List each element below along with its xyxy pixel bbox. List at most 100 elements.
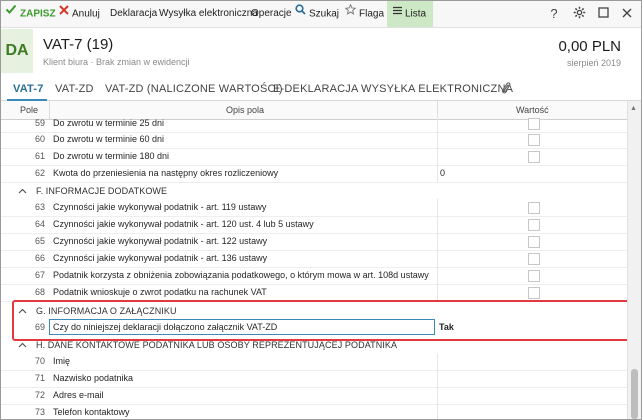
tab-e-deklaracja[interactable]: E-DEKLARACJA bbox=[273, 78, 359, 100]
table-row[interactable]: 68 Podatnik wnioskuje o zwrot podatku na… bbox=[1, 284, 628, 302]
field-description: Czynności jakie wykonywał podatnik - art… bbox=[53, 202, 267, 212]
table-row[interactable]: 62 Kwota do przeniesienia na następny ok… bbox=[1, 165, 628, 183]
chevron-up-icon[interactable] bbox=[18, 302, 27, 320]
section-label: G. INFORMACJA O ZAŁĄCZNIKU bbox=[36, 306, 177, 316]
table-row[interactable]: 66 Czynności jakie wykonywał podatnik - … bbox=[1, 250, 628, 268]
page-subtitle: Klient biura · Brak zmian w ewidencji bbox=[43, 57, 190, 67]
field-number: 67 bbox=[35, 270, 46, 280]
field-checkbox[interactable] bbox=[528, 151, 540, 163]
field-description: Imię bbox=[53, 356, 71, 366]
field-checkbox[interactable] bbox=[528, 219, 540, 231]
tab-electronic-sending[interactable]: WYSYŁKA ELEKTRONICZNA bbox=[361, 78, 513, 100]
field-description: Czynności jakie wykonywał podatnik - art… bbox=[53, 253, 268, 263]
vertical-scrollbar[interactable]: ▲ bbox=[627, 101, 641, 419]
save-button[interactable]: ZAPISZ bbox=[5, 1, 56, 27]
table-row[interactable]: 71 Nazwisko podatnika bbox=[1, 370, 628, 388]
field-value-cell bbox=[437, 148, 628, 165]
table-row[interactable]: 64 Czynności jakie wykonywał podatnik - … bbox=[1, 216, 628, 234]
chevron-up-icon[interactable] bbox=[18, 336, 27, 354]
field-number: 72 bbox=[35, 390, 46, 400]
gear-icon[interactable] bbox=[571, 6, 587, 22]
tab-vat-zd-values[interactable]: VAT-ZD (NALICZONE WARTOŚCI) bbox=[105, 78, 283, 100]
field-description: Telefon kontaktowy bbox=[53, 407, 130, 417]
operations-menu[interactable]: Operacje bbox=[251, 1, 292, 27]
field-value[interactable]: Tak bbox=[437, 319, 628, 336]
field-value[interactable] bbox=[437, 370, 628, 387]
close-icon bbox=[59, 1, 69, 26]
field-value[interactable] bbox=[437, 404, 628, 419]
field-number: 60 bbox=[35, 134, 46, 144]
table-row[interactable]: 70 Imię bbox=[1, 353, 628, 371]
help-icon[interactable]: ? bbox=[546, 6, 562, 22]
field-number: 68 bbox=[35, 287, 46, 297]
field-description: Do zwrotu w terminie 180 dni bbox=[53, 151, 170, 161]
cancel-button[interactable]: Anuluj bbox=[59, 1, 100, 27]
field-value[interactable]: 0 bbox=[437, 165, 628, 182]
toolbar: ZAPISZ Anuluj Deklaracja Wysyłka elektro… bbox=[1, 1, 641, 28]
field-checkbox[interactable] bbox=[528, 287, 540, 299]
field-number: 66 bbox=[35, 253, 46, 263]
field-checkbox[interactable] bbox=[528, 118, 540, 130]
section-header-f[interactable]: F. INFORMACJE DODATKOWE bbox=[1, 182, 628, 200]
field-description: Adres e-mail bbox=[53, 390, 104, 400]
declaration-menu[interactable]: Deklaracja bbox=[110, 1, 157, 27]
table-row-selected[interactable]: 69 Czy do niniejszej deklaracji dołączon… bbox=[1, 319, 628, 336]
table-row[interactable]: 72 Adres e-mail bbox=[1, 387, 628, 405]
electronic-sending-menu[interactable]: Wysyłka elektroniczna bbox=[159, 1, 258, 27]
checkmark-icon bbox=[5, 1, 17, 26]
field-description-editor[interactable]: Czy do niniejszej deklaracji dołączono z… bbox=[49, 319, 435, 335]
field-number: 73 bbox=[35, 407, 46, 417]
field-description: Czynności jakie wykonywał podatnik - art… bbox=[53, 219, 314, 229]
table-row[interactable]: 73 Telefon kontaktowy bbox=[1, 404, 628, 419]
table-row[interactable]: 60 Do zwrotu w terminie 60 dni bbox=[1, 131, 628, 149]
star-icon bbox=[344, 1, 357, 26]
field-value[interactable] bbox=[437, 387, 628, 404]
section-label: F. INFORMACJE DODATKOWE bbox=[36, 186, 168, 196]
section-header-g[interactable]: G. INFORMACJA O ZAŁĄCZNIKU bbox=[1, 302, 628, 320]
period-label: sierpień 2019 bbox=[566, 58, 621, 68]
section-header-h[interactable]: H. DANE KONTAKTOWE PODATNIKA LUB OSOBY R… bbox=[1, 336, 628, 354]
paperclip-icon[interactable] bbox=[501, 81, 511, 103]
field-value-cell bbox=[437, 131, 628, 148]
field-checkbox[interactable] bbox=[528, 134, 540, 146]
table-row[interactable]: 65 Czynności jakie wykonywał podatnik - … bbox=[1, 233, 628, 251]
tab-vat-7[interactable]: VAT-7 bbox=[13, 78, 44, 100]
field-number: 61 bbox=[35, 151, 46, 161]
flag-button[interactable]: Flaga bbox=[344, 1, 384, 27]
field-number: 64 bbox=[35, 219, 46, 229]
field-number: 69 bbox=[35, 322, 46, 332]
client-avatar: DA bbox=[1, 29, 33, 73]
table-row[interactable]: 67 Podatnik korzysta z obniżenia zobowią… bbox=[1, 267, 628, 285]
declaration-menu-label: Deklaracja bbox=[110, 8, 158, 19]
list-icon bbox=[393, 1, 402, 26]
field-number: 59 bbox=[35, 118, 46, 128]
table-row[interactable]: 61 Do zwrotu w terminie 180 dni bbox=[1, 148, 628, 166]
scrollbar-thumb[interactable] bbox=[631, 369, 638, 419]
field-number: 71 bbox=[35, 373, 46, 383]
field-number: 70 bbox=[35, 356, 46, 366]
field-value[interactable] bbox=[437, 353, 628, 370]
cancel-button-label: Anuluj bbox=[72, 8, 100, 20]
maximize-icon[interactable] bbox=[595, 6, 611, 22]
chevron-up-icon[interactable] bbox=[18, 182, 27, 200]
page-title: VAT-7 (19) bbox=[43, 36, 114, 53]
operations-menu-label: Operacje bbox=[251, 8, 292, 19]
scroll-up-icon[interactable]: ▲ bbox=[630, 105, 637, 112]
field-checkbox[interactable] bbox=[528, 202, 540, 214]
field-checkbox[interactable] bbox=[528, 270, 540, 282]
tab-bar: VAT-7 VAT-ZD VAT-ZD (NALICZONE WARTOŚCI)… bbox=[1, 78, 641, 101]
field-checkbox[interactable] bbox=[528, 253, 540, 265]
close-window-icon[interactable] bbox=[619, 6, 635, 22]
table-row[interactable]: 63 Czynności jakie wykonywał podatnik - … bbox=[1, 199, 628, 217]
field-description: Do zwrotu w terminie 60 dni bbox=[53, 134, 165, 144]
tab-vat-zd[interactable]: VAT-ZD bbox=[55, 78, 94, 100]
search-button-label: Szukaj bbox=[309, 8, 340, 20]
field-checkbox[interactable] bbox=[528, 236, 540, 248]
field-description: Nazwisko podatnika bbox=[53, 373, 134, 383]
list-button[interactable]: Lista bbox=[387, 1, 433, 27]
field-value-cell bbox=[437, 233, 628, 250]
field-description: Podatnik korzysta z obniżenia zobowiązan… bbox=[53, 270, 429, 280]
document-window: ZAPISZ Anuluj Deklaracja Wysyłka elektro… bbox=[0, 0, 642, 420]
search-button[interactable]: Szukaj bbox=[295, 1, 339, 27]
field-value-cell bbox=[437, 250, 628, 267]
